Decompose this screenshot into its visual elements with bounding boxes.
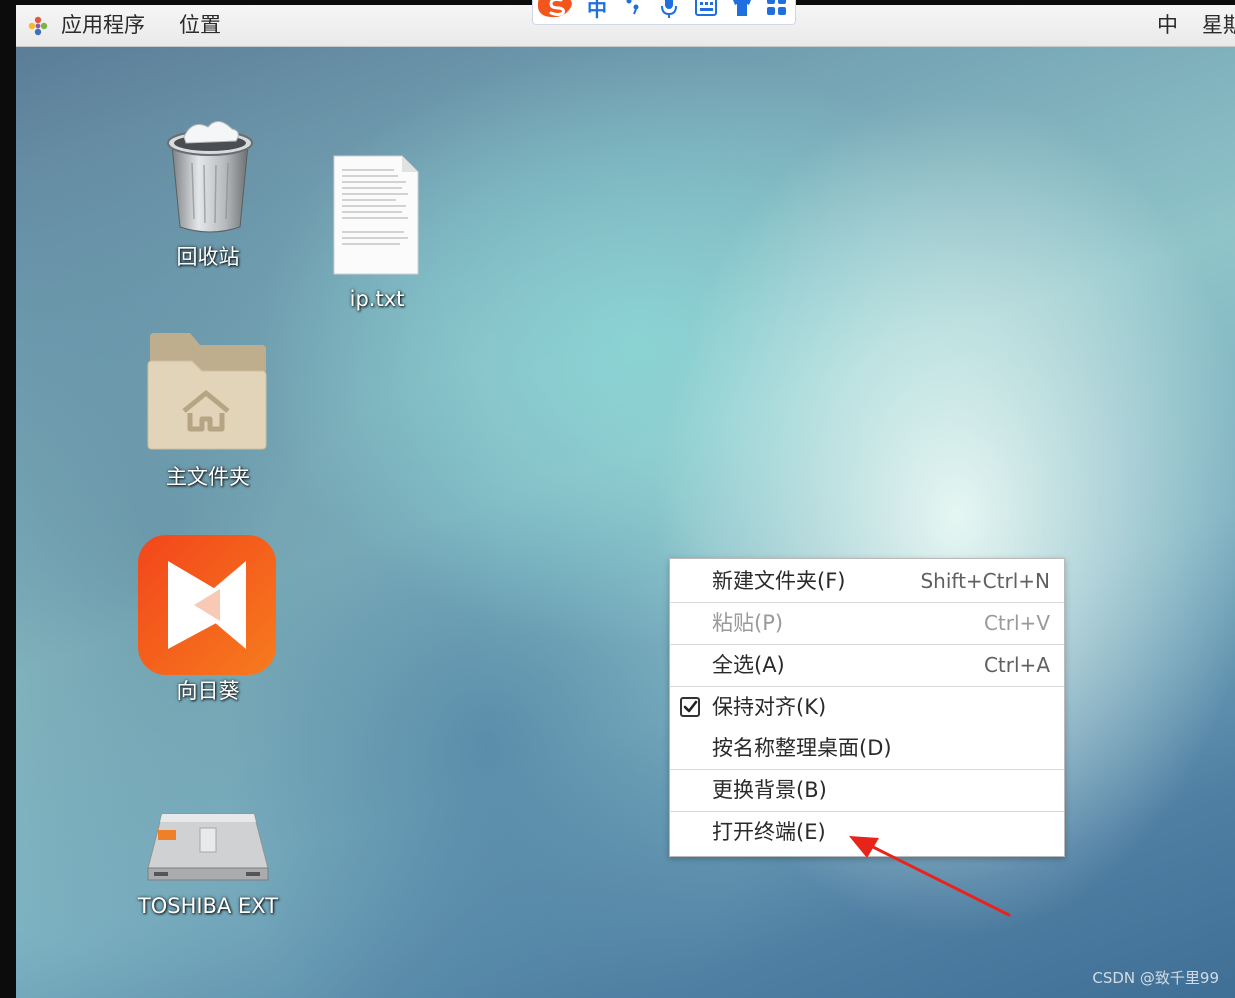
ime-mode-label[interactable]: 中	[587, 0, 607, 22]
menu-item-label: 打开终端(E)	[712, 820, 826, 844]
keyboard-icon[interactable]	[695, 0, 717, 21]
home-folder-icon	[146, 331, 268, 455]
clock-label[interactable]: 星期	[1202, 11, 1235, 39]
places-menu[interactable]: 位置	[179, 11, 221, 39]
home-folder-label: 主文件夹	[166, 465, 250, 489]
menu-item-label: 新建文件夹(F)	[712, 569, 846, 593]
sunlogin-label: 向日葵	[176, 679, 240, 703]
applications-menu[interactable]: 应用程序	[61, 11, 145, 39]
menu-item-organize-by-name[interactable]: 按名称整理桌面(D)	[670, 728, 1064, 768]
desktop-icon-home-folder[interactable]: 主文件夹	[138, 325, 278, 495]
skin-shirt-icon[interactable]	[731, 0, 753, 22]
menu-item-keep-aligned[interactable]: 保持对齐(K)	[670, 687, 1064, 727]
trash-icon	[162, 115, 258, 241]
input-method-indicator[interactable]: 中	[1157, 11, 1178, 39]
menu-item-change-background[interactable]: 更换背景(B)	[670, 770, 1064, 810]
punctuation-icon[interactable]	[625, 0, 641, 22]
menu-item-shortcut: Ctrl+A	[983, 653, 1050, 677]
menu-item-new-folder[interactable]: 新建文件夹(F) Shift+Ctrl+N	[670, 561, 1064, 601]
menu-item-label: 粘贴(P)	[712, 611, 784, 635]
menu-item-select-all[interactable]: 全选(A) Ctrl+A	[670, 645, 1064, 685]
desktop-icon-trash[interactable]: 回收站	[140, 105, 280, 275]
external-drive-icon	[146, 810, 270, 888]
text-file-icon	[332, 154, 420, 280]
menu-item-paste[interactable]: 粘贴(P) Ctrl+V	[670, 603, 1064, 643]
sogou-logo-icon[interactable]	[533, 0, 579, 26]
trash-label: 回收站	[176, 245, 240, 269]
csdn-watermark: CSDN @致千里99	[1092, 969, 1219, 987]
screen-left-edge	[0, 0, 16, 998]
toolbox-grid-icon[interactable]	[767, 0, 787, 20]
microphone-icon[interactable]	[661, 0, 677, 24]
desktop-icon-sunlogin[interactable]: 向日葵	[138, 535, 278, 705]
menu-item-shortcut: Ctrl+V	[983, 611, 1050, 635]
desktop-context-menu: 新建文件夹(F) Shift+Ctrl+N 粘贴(P) Ctrl+V 全选(A)…	[669, 558, 1065, 857]
menu-item-label: 全选(A)	[712, 653, 785, 677]
toshiba-drive-label: TOSHIBA EXT	[137, 894, 279, 918]
applications-menu-icon[interactable]	[28, 16, 48, 36]
menu-item-label: 保持对齐(K)	[712, 695, 827, 719]
desktop-icon-ip-txt[interactable]: ip.txt	[310, 150, 450, 320]
ip-txt-label: ip.txt	[349, 287, 405, 311]
annotation-arrow-icon	[845, 830, 1015, 924]
desktop-icon-toshiba-drive[interactable]: TOSHIBA EXT	[138, 800, 278, 930]
menu-item-shortcut: Shift+Ctrl+N	[920, 569, 1050, 593]
checkmark-icon[interactable]	[680, 697, 700, 717]
menu-item-label: 按名称整理桌面(D)	[712, 736, 892, 760]
ime-toolbar: 中	[532, 0, 796, 25]
sunlogin-app-icon	[138, 535, 276, 679]
menu-item-label: 更换背景(B)	[712, 778, 827, 802]
